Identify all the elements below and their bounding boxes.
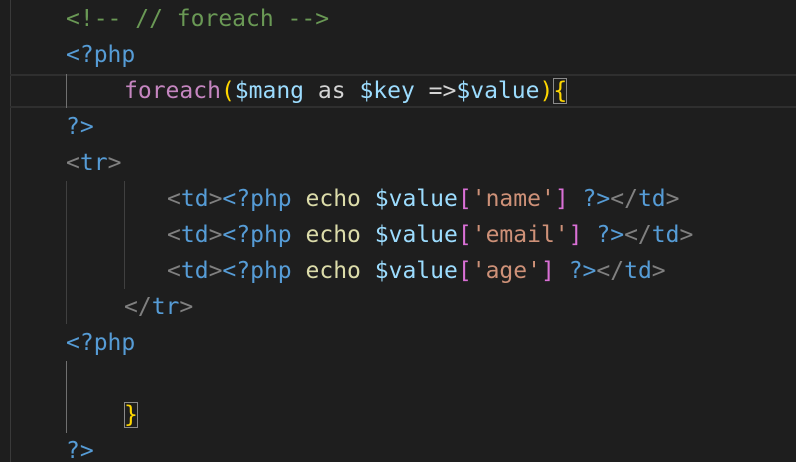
code-token: [: [457, 186, 472, 212]
code-line[interactable]: <td><?php echo $value['email'] ?></td>: [167, 217, 693, 253]
code-token: echo: [291, 186, 375, 212]
indent-guide: [124, 181, 125, 289]
code-token: td: [624, 258, 652, 284]
code-token: >: [208, 222, 223, 248]
code-token: echo: [291, 222, 375, 248]
code-token: ?>: [596, 222, 625, 248]
indent-guide: [66, 181, 67, 324]
code-token: <?php: [222, 222, 292, 248]
code-line[interactable]: <!-- // foreach -->: [66, 1, 329, 37]
code-token: ?>: [66, 114, 94, 140]
code-token: >: [107, 150, 122, 176]
code-line[interactable]: <?php: [66, 37, 135, 73]
code-token: td: [651, 222, 680, 248]
code-token: <?php: [66, 42, 136, 68]
code-token: >: [208, 186, 223, 212]
indent-guide: [66, 74, 67, 108]
code-token: <?php: [222, 186, 292, 212]
code-token: >: [208, 258, 223, 284]
code-token: ]: [568, 222, 583, 248]
code-token: ?>: [568, 258, 597, 284]
code-token: <: [66, 150, 80, 176]
editor-gutter-border: [10, 0, 11, 462]
code-token: foreach: [124, 78, 221, 104]
code-line[interactable]: ?>: [66, 433, 94, 462]
code-line[interactable]: <tr>: [66, 145, 121, 181]
code-token: >: [679, 222, 694, 248]
code-token: $key: [359, 78, 415, 104]
code-token: as: [304, 78, 360, 104]
code-token: [: [457, 222, 472, 248]
code-token: $value: [374, 258, 458, 284]
code-token: td: [180, 222, 209, 248]
code-line[interactable]: <?php: [66, 325, 135, 361]
code-token: </: [610, 186, 638, 212]
code-token: ]: [540, 258, 555, 284]
code-line[interactable]: <td><?php echo $value['name'] ?></td>: [167, 181, 680, 217]
code-token: >: [179, 294, 194, 320]
code-token: </: [624, 222, 652, 248]
indent-guide: [66, 361, 67, 433]
code-token: ]: [554, 186, 569, 212]
code-token: ?>: [582, 186, 611, 212]
code-token: [: [457, 258, 472, 284]
code-token: td: [180, 258, 209, 284]
code-token: <: [167, 186, 181, 212]
code-line[interactable]: foreach($mang as $key =>$value){: [124, 73, 568, 109]
code-token: <?php: [222, 258, 292, 284]
code-token: ): [539, 78, 554, 104]
code-token: $value: [456, 78, 540, 104]
code-token: tr: [151, 294, 180, 320]
code-token: $mang: [234, 78, 305, 104]
code-token: >: [651, 258, 666, 284]
code-line[interactable]: }: [124, 397, 138, 433]
code-token: <: [167, 258, 181, 284]
code-token: <: [167, 222, 181, 248]
code-token: $value: [374, 186, 458, 212]
code-line[interactable]: <td><?php echo $value['age'] ?></td>: [167, 253, 666, 289]
matching-brace: {: [553, 78, 568, 104]
code-editor[interactable]: <!-- // foreach --> <?php foreach($mang as…: [0, 0, 796, 462]
code-token: </: [124, 294, 152, 320]
matching-brace: }: [124, 402, 138, 428]
code-line[interactable]: </tr>: [124, 289, 193, 325]
code-token: <!-- // foreach -->: [66, 6, 330, 32]
code-token: 'name': [471, 186, 555, 212]
code-token: tr: [79, 150, 108, 176]
code-token: $value: [374, 222, 458, 248]
code-line[interactable]: ?>: [66, 109, 94, 145]
code-token: <?php: [66, 330, 136, 356]
code-token: 'email': [471, 222, 569, 248]
code-token: =>: [414, 78, 457, 104]
code-token: 'age': [471, 258, 541, 284]
code-token: echo: [291, 258, 375, 284]
code-token: td: [637, 186, 666, 212]
code-token: (: [220, 78, 235, 104]
code-token: ?>: [66, 438, 94, 462]
code-token: </: [596, 258, 625, 284]
code-token: >: [665, 186, 680, 212]
code-token: td: [180, 186, 209, 212]
